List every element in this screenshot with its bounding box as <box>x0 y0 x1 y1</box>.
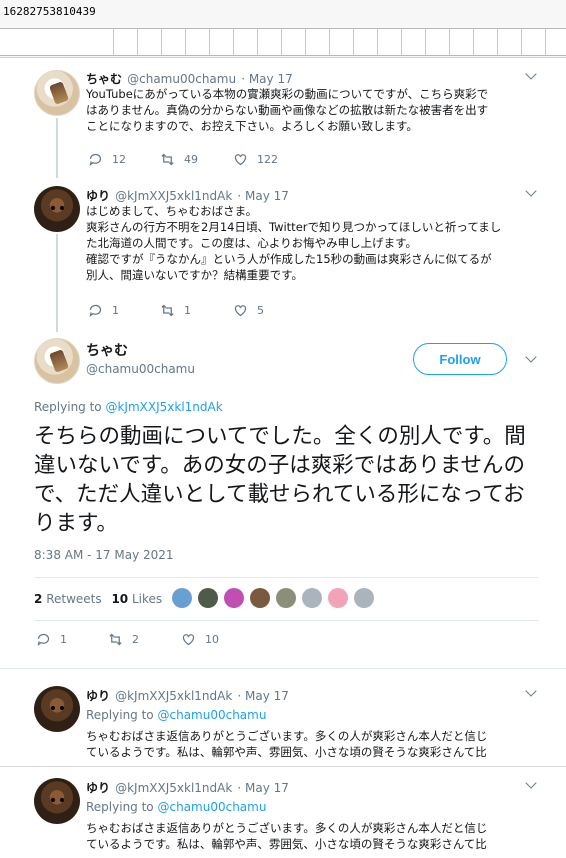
tweet-header: ゆり @kJmXXJ5xkl1ndAk · May 17 <box>86 185 289 204</box>
replying-prefix: Replying to <box>34 400 102 414</box>
tweet-date[interactable]: · May 17 <box>237 189 289 203</box>
reply-button[interactable]: 1 <box>36 632 67 647</box>
user-handle[interactable]: @kJmXXJ5xkl1ndAk <box>115 781 232 795</box>
id-text: 16282753810439 <box>3 5 96 18</box>
divider <box>34 577 538 578</box>
like-button[interactable]: 10 <box>181 632 219 647</box>
divider <box>0 668 566 669</box>
retweet-count: 1 <box>184 304 191 317</box>
user-handle[interactable]: @chamu00chamu <box>127 72 236 86</box>
chevron-down-icon[interactable] <box>525 777 537 789</box>
chevron-down-icon[interactable] <box>525 185 537 197</box>
retweet-icon <box>109 633 122 646</box>
retweet-button[interactable]: 1 <box>160 303 191 318</box>
tweet-stats: 2 Retweets 10 Likes <box>34 592 162 606</box>
liker-avatar[interactable] <box>198 588 218 608</box>
reply-button[interactable]: 1 <box>88 303 119 318</box>
thread-line <box>56 118 58 178</box>
avatar[interactable] <box>34 338 80 384</box>
replying-prefix: Replying to <box>86 708 154 722</box>
follow-button[interactable]: Follow <box>413 343 507 375</box>
retweet-button[interactable]: 2 <box>108 632 139 647</box>
liker-avatar[interactable] <box>328 588 348 608</box>
reply-icon <box>89 153 102 166</box>
tweet-date[interactable]: · May 17 <box>241 72 293 86</box>
reply-icon <box>89 304 102 317</box>
chevron-down-icon[interactable] <box>525 68 537 80</box>
retweet-icon <box>161 304 174 317</box>
tweet-date[interactable]: · May 17 <box>237 781 289 795</box>
divider <box>34 620 538 621</box>
retweets-stat[interactable]: 2 Retweets <box>34 592 102 606</box>
reply-count: 12 <box>112 153 126 166</box>
main-user-name[interactable]: ちゃむ <box>86 340 128 360</box>
liker-avatar[interactable] <box>302 588 322 608</box>
like-count: 5 <box>257 304 264 317</box>
like-count: 122 <box>257 153 278 166</box>
likers-avatars <box>172 588 380 608</box>
avatar[interactable] <box>34 686 80 732</box>
tweet-header: ゆり @kJmXXJ5xkl1ndAk · May 17 <box>86 685 289 704</box>
tweet-text: YouTubeにあがっている本物の實瀬爽彩の動画についてですが、こちら爽彩で は… <box>86 87 489 133</box>
tweet-header: ゆり @kJmXXJ5xkl1ndAk · May 17 <box>86 777 289 796</box>
heart-icon <box>234 154 247 166</box>
divider <box>0 766 566 767</box>
replying-to: Replying to @kJmXXJ5xkl1ndAk <box>34 400 223 414</box>
replying-link[interactable]: @kJmXXJ5xkl1ndAk <box>105 400 222 414</box>
reply-icon <box>37 633 50 646</box>
liker-avatar[interactable] <box>172 588 192 608</box>
replying-to: Replying to @chamu00chamu <box>86 800 266 814</box>
like-count: 10 <box>205 633 219 646</box>
main-tweet-text: そちらの動画についてでした。全くの別人です。間違いないです。あの女の子は爽彩では… <box>34 424 526 536</box>
avatar[interactable] <box>34 70 80 116</box>
user-name[interactable]: ゆり <box>86 781 110 795</box>
liker-avatar[interactable] <box>276 588 296 608</box>
chevron-down-icon[interactable] <box>525 351 537 363</box>
ruler-left <box>0 28 90 56</box>
tweet-timestamp[interactable]: 8:38 AM - 17 May 2021 <box>34 548 174 562</box>
heart-icon <box>182 634 195 646</box>
user-handle[interactable]: @kJmXXJ5xkl1ndAk <box>115 189 232 203</box>
tweet-text: ちゃむおばさま返信ありがとうございます。多くの人が爽彩さん本人だと信じ ているよ… <box>86 729 488 759</box>
tweet-header: ちゃむ @chamu00chamu · May 17 <box>86 68 293 87</box>
replying-prefix: Replying to <box>86 800 154 814</box>
avatar[interactable] <box>34 186 80 232</box>
like-button[interactable]: 5 <box>233 303 264 318</box>
tweet-text: ちゃむおばさま返信ありがとうございます。多くの人が爽彩さん本人だと信じ ているよ… <box>86 821 488 851</box>
user-handle[interactable]: @kJmXXJ5xkl1ndAk <box>115 689 232 703</box>
reply-count: 1 <box>60 633 67 646</box>
replying-link[interactable]: @chamu00chamu <box>157 800 266 814</box>
avatar[interactable] <box>34 778 80 824</box>
liker-avatar[interactable] <box>224 588 244 608</box>
user-name[interactable]: ちゃむ <box>86 72 122 86</box>
replying-link[interactable]: @chamu00chamu <box>157 708 266 722</box>
user-name[interactable]: ゆり <box>86 689 110 703</box>
reply-count: 1 <box>112 304 119 317</box>
retweet-count: 49 <box>184 153 198 166</box>
ruler <box>90 28 566 56</box>
user-name[interactable]: ゆり <box>86 189 110 203</box>
heart-icon <box>234 305 247 317</box>
thread-line <box>56 234 58 332</box>
retweet-icon <box>161 153 174 166</box>
tweet-date[interactable]: · May 17 <box>237 689 289 703</box>
chevron-down-icon[interactable] <box>525 685 537 697</box>
retweet-button[interactable]: 49 <box>160 152 198 167</box>
replying-to: Replying to @chamu00chamu <box>86 708 266 722</box>
top-strip: 16282753810439 <box>0 0 566 58</box>
liker-avatar[interactable] <box>250 588 270 608</box>
like-button[interactable]: 122 <box>233 152 278 167</box>
main-user-handle[interactable]: @chamu00chamu <box>86 362 195 376</box>
likes-stat[interactable]: 10 Likes <box>111 592 162 606</box>
liker-avatar[interactable] <box>354 588 374 608</box>
tweet-text: はじめまして、ちゃむおばさま。 爽彩さんの行方不明を2月14日頃、Twitter… <box>86 204 502 282</box>
retweet-count: 2 <box>132 633 139 646</box>
reply-button[interactable]: 12 <box>88 152 126 167</box>
